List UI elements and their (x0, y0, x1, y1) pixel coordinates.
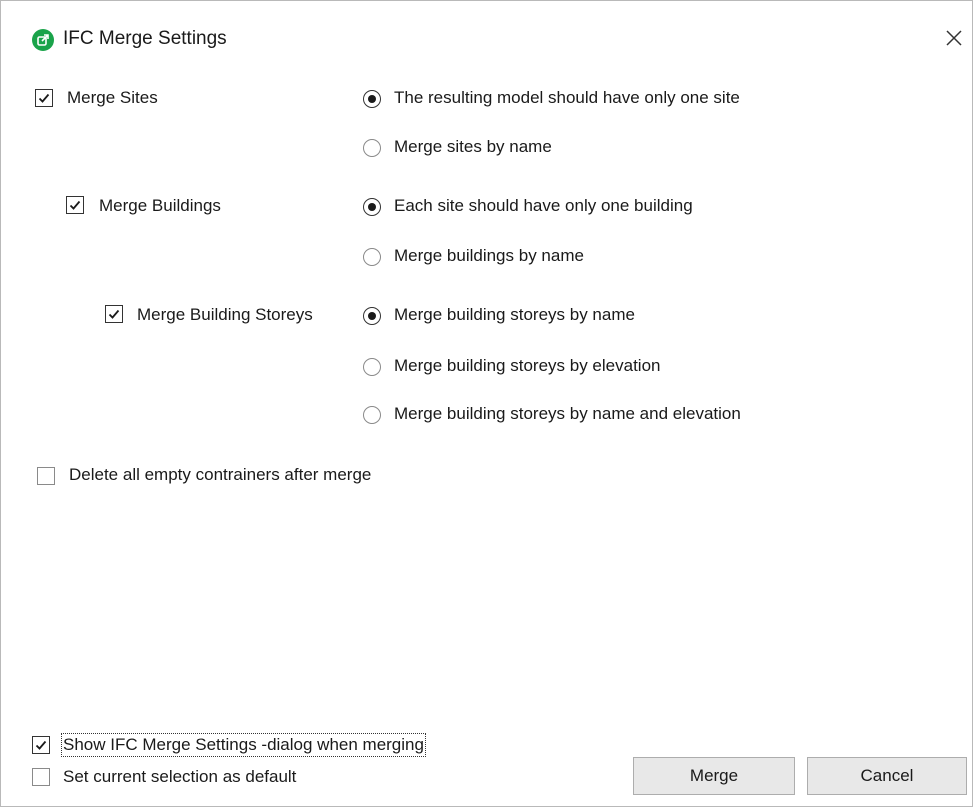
radio-storeys-by-elevation[interactable] (363, 358, 381, 376)
merge-storeys-label[interactable]: Merge Building Storeys (137, 305, 313, 325)
radio-merge-buildings-by-name[interactable] (363, 248, 381, 266)
radio-merge-sites-by-name-label[interactable]: Merge sites by name (394, 137, 552, 157)
radio-one-building-per-site-label[interactable]: Each site should have only one building (394, 196, 693, 216)
show-dialog-label[interactable]: Show IFC Merge Settings -dialog when mer… (61, 733, 426, 757)
radio-storeys-by-name-label[interactable]: Merge building storeys by name (394, 305, 635, 325)
set-default-checkbox[interactable] (32, 768, 50, 786)
radio-one-building-per-site[interactable] (363, 198, 381, 216)
merge-sites-checkbox[interactable] (35, 89, 53, 107)
merge-storeys-checkbox[interactable] (105, 305, 123, 323)
delete-empty-containers-label[interactable]: Delete all empty contrainers after merge (69, 465, 371, 485)
show-dialog-checkbox[interactable] (32, 736, 50, 754)
merge-buildings-label[interactable]: Merge Buildings (99, 196, 221, 216)
close-button[interactable] (941, 25, 967, 51)
cancel-button[interactable]: Cancel (807, 757, 967, 795)
delete-empty-containers-checkbox[interactable] (37, 467, 55, 485)
ifc-merge-settings-dialog: IFC Merge Settings Merge Sites The resul… (0, 0, 973, 807)
radio-storeys-by-name-and-elevation-label[interactable]: Merge building storeys by name and eleva… (394, 404, 741, 424)
merge-sites-label[interactable]: Merge Sites (67, 88, 158, 108)
merge-button[interactable]: Merge (633, 757, 795, 795)
radio-merge-sites-by-name[interactable] (363, 139, 381, 157)
radio-only-one-site-label[interactable]: The resulting model should have only one… (394, 88, 740, 108)
radio-storeys-by-name[interactable] (363, 307, 381, 325)
dialog-title: IFC Merge Settings (63, 28, 227, 49)
set-default-label[interactable]: Set current selection as default (63, 767, 296, 787)
radio-merge-buildings-by-name-label[interactable]: Merge buildings by name (394, 246, 584, 266)
merge-buildings-checkbox[interactable] (66, 196, 84, 214)
radio-storeys-by-elevation-label[interactable]: Merge building storeys by elevation (394, 356, 660, 376)
close-icon (946, 30, 962, 46)
radio-storeys-by-name-and-elevation[interactable] (363, 406, 381, 424)
radio-only-one-site[interactable] (363, 90, 381, 108)
ifc-merge-app-icon (32, 29, 54, 51)
